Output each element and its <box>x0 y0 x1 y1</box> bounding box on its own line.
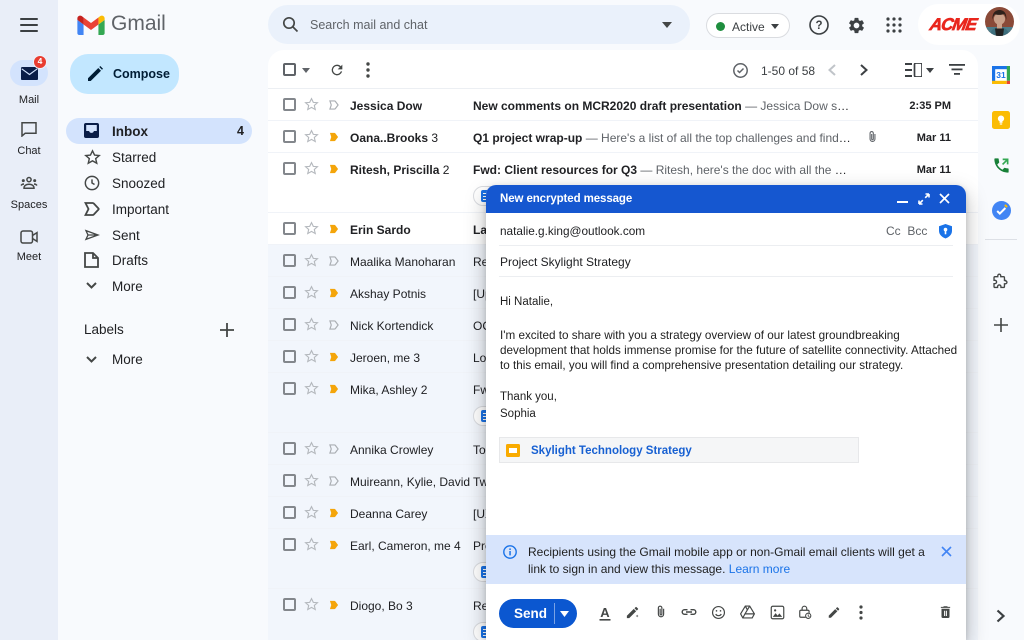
svg-text:31: 31 <box>996 70 1006 80</box>
svg-text:?: ? <box>815 20 822 32</box>
svg-text:A: A <box>600 606 610 620</box>
